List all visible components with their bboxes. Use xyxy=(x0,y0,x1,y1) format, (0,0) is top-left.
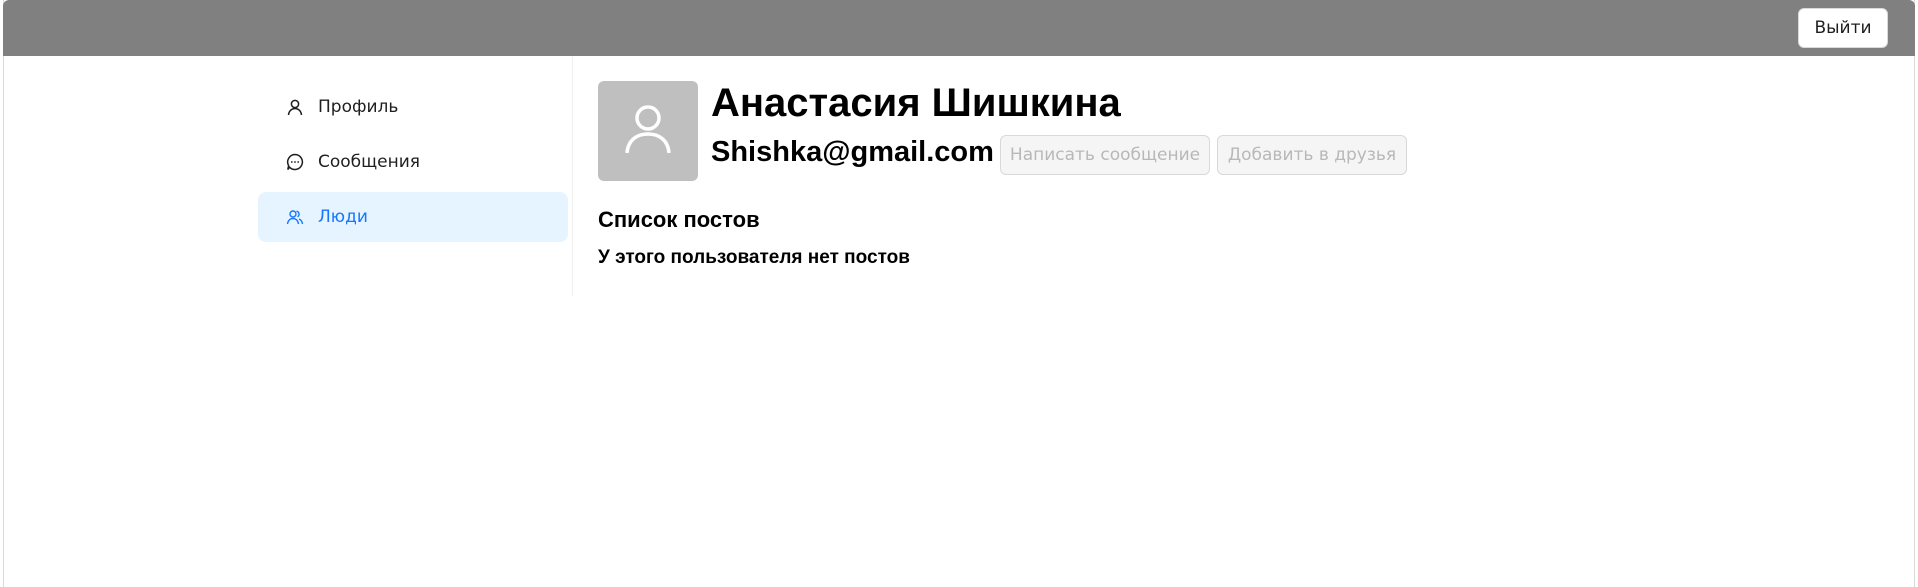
logout-button[interactable]: Выйти xyxy=(1798,8,1888,48)
avatar xyxy=(598,81,698,181)
sidebar-item-messages[interactable]: Сообщения xyxy=(258,137,568,187)
profile-email: Shishka@gmail.com xyxy=(711,136,994,168)
sidebar-item-label: Сообщения xyxy=(318,152,421,172)
profile-name: Анастасия Шишкина xyxy=(711,81,1121,125)
top-bar xyxy=(3,0,1915,56)
message-icon xyxy=(286,153,304,171)
add-friend-button[interactable]: Добавить в друзья xyxy=(1217,135,1407,175)
empty-posts-text: У этого пользователя нет постов xyxy=(598,247,910,268)
sidebar-divider xyxy=(572,56,573,296)
user-icon xyxy=(286,98,304,116)
team-icon xyxy=(286,208,304,226)
write-message-button[interactable]: Написать сообщение xyxy=(1000,135,1210,175)
sidebar-item-profile[interactable]: Профиль xyxy=(258,82,568,132)
sidebar-menu: Профиль Сообщения Люди xyxy=(258,82,568,247)
sidebar-item-label: Профиль xyxy=(318,97,399,117)
posts-title: Список постов xyxy=(598,207,760,232)
sidebar-item-label: Люди xyxy=(318,207,368,227)
sidebar-item-people[interactable]: Люди xyxy=(258,192,568,242)
user-icon xyxy=(625,104,671,159)
